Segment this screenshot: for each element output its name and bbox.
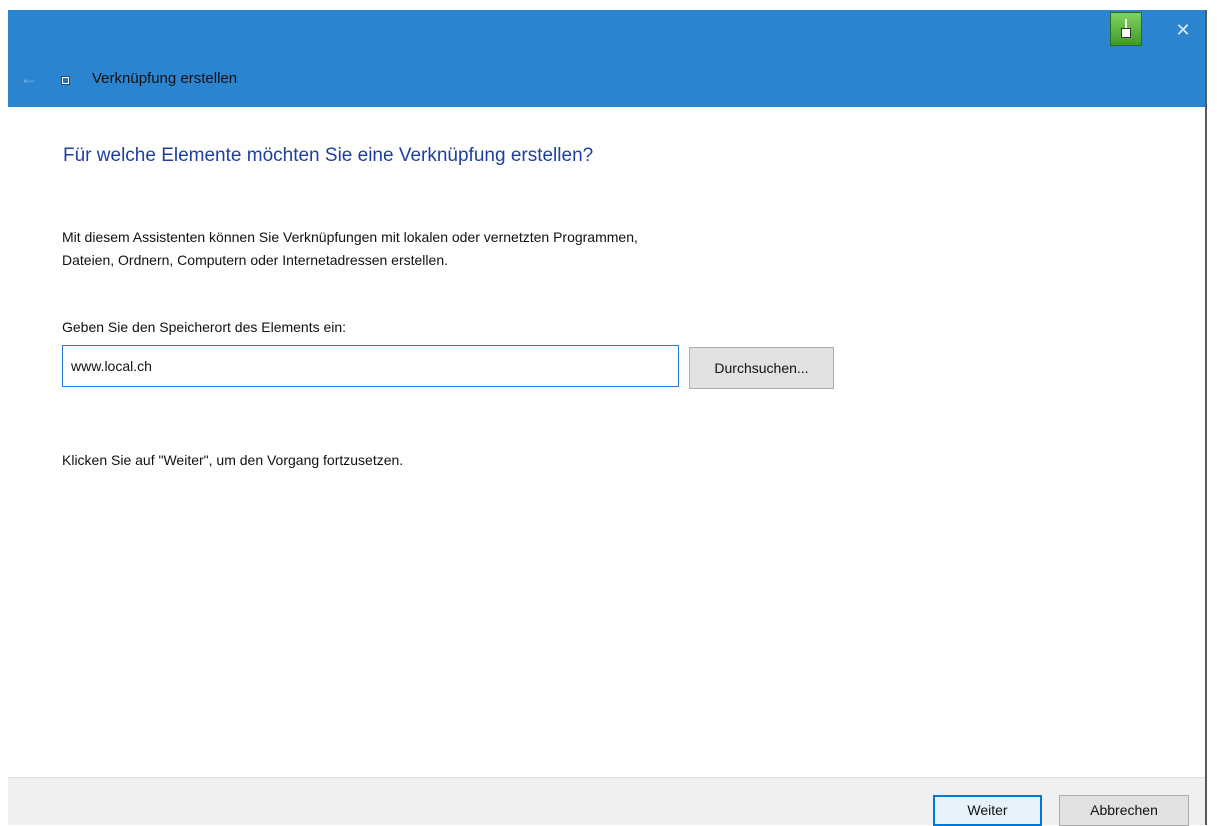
back-arrow-icon[interactable]: ← (18, 68, 40, 88)
green-app-icon (1110, 12, 1142, 46)
title-bar: ← Verknüpfung erstellen ✕ (8, 10, 1205, 107)
app-icon-stem (1125, 19, 1127, 28)
location-label: Geben Sie den Speicherort des Elements e… (62, 319, 347, 335)
shortcut-wizard-window: ← Verknüpfung erstellen ✕ Für welche Ele… (8, 10, 1207, 826)
app-icon-box (1121, 28, 1131, 38)
continue-hint: Klicken Sie auf "Weiter", um den Vorgang… (62, 452, 404, 468)
close-icon[interactable]: ✕ (1168, 16, 1198, 44)
shortcut-icon (61, 76, 70, 85)
wizard-footer: Weiter Abbrechen (8, 777, 1205, 826)
description-line-1: Mit diesem Assistenten können Sie Verknü… (62, 229, 638, 245)
window-title: Verknüpfung erstellen (92, 70, 238, 87)
next-button[interactable]: Weiter (933, 795, 1042, 826)
page-heading: Für welche Elemente möchten Sie eine Ver… (63, 145, 594, 166)
location-input[interactable] (62, 345, 679, 387)
cancel-button[interactable]: Abbrechen (1059, 795, 1189, 826)
description-line-2: Dateien, Ordnern, Computern oder Interne… (62, 252, 448, 268)
browse-button[interactable]: Durchsuchen... (689, 347, 834, 389)
wizard-description: Mit diesem Assistenten können Sie Verknü… (62, 226, 862, 272)
